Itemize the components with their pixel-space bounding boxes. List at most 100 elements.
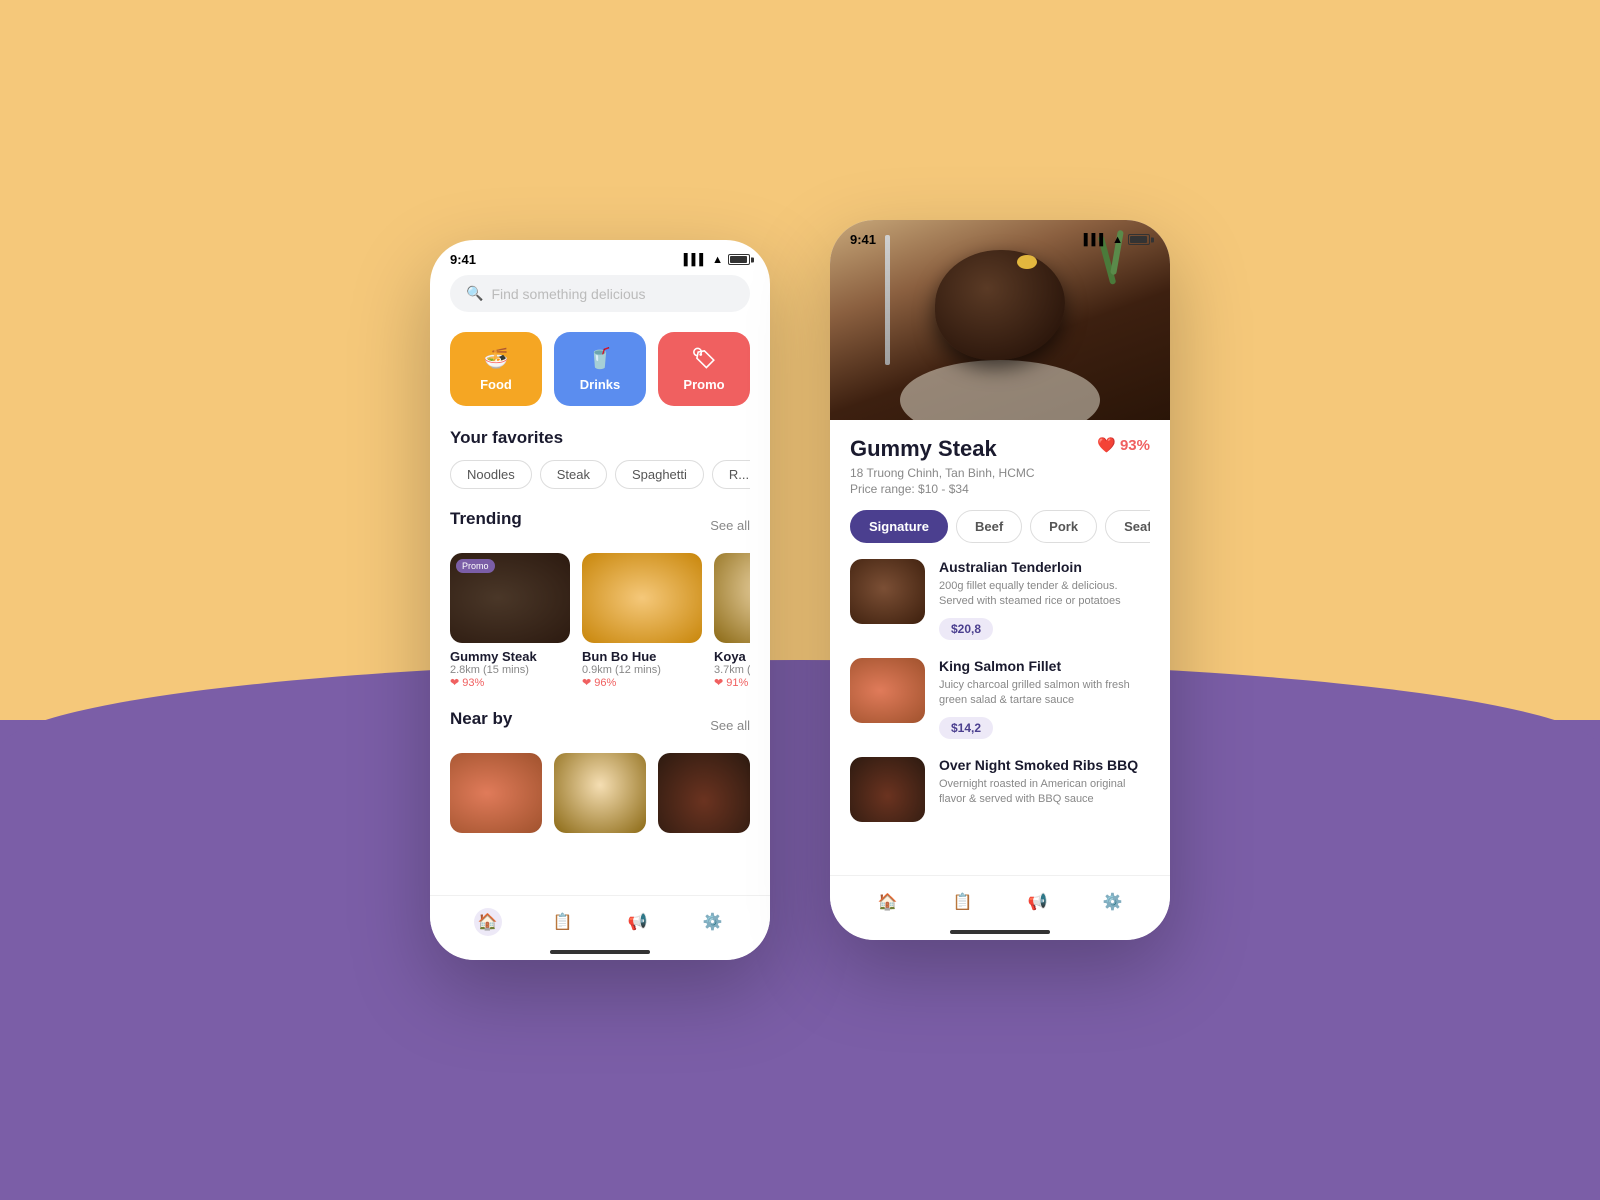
hero-steak xyxy=(935,250,1065,360)
trending-rating-1: ❤ 96% xyxy=(582,676,702,689)
chip-more[interactable]: R... xyxy=(712,460,750,489)
promo-label: Promo xyxy=(683,377,724,392)
trending-rating-2: ❤ 91% xyxy=(714,676,750,689)
menu-desc-1: Juicy charcoal grilled salmon with fresh… xyxy=(939,678,1150,709)
promo-icon: 🏷 xyxy=(691,346,716,371)
trending-item-2[interactable]: Koya 3.7km (...) ❤ 91% xyxy=(714,553,750,689)
nav-notifications-right[interactable]: 📢 xyxy=(1024,888,1052,916)
trending-name-0: Gummy Steak xyxy=(450,649,570,664)
search-placeholder: Find something delicious xyxy=(491,286,645,302)
categories-row: 🍜 Food 🥤 Drinks 🏷 Promo xyxy=(450,332,750,406)
favorites-chips: Noodles Steak Spaghetti R... xyxy=(450,460,750,489)
trending-dist-0: 2.8km (15 mins) xyxy=(450,664,570,676)
restaurant-name: Gummy Steak xyxy=(850,436,997,462)
chip-spaghetti[interactable]: Spaghetti xyxy=(615,460,704,489)
menu-price-1: $14,2 xyxy=(939,717,993,739)
home-indicator-right xyxy=(950,930,1050,934)
nearby-title: Near by xyxy=(450,709,512,729)
chip-noodles[interactable]: Noodles xyxy=(450,460,532,489)
home-indicator-left xyxy=(550,950,650,954)
trending-name-1: Bun Bo Hue xyxy=(582,649,702,664)
heart-icon: ❤️ xyxy=(1097,436,1116,454)
trending-name-2: Koya xyxy=(714,649,750,664)
menu-img-2 xyxy=(850,757,925,822)
nearby-header: Near by See all xyxy=(450,709,750,741)
menu-item-1[interactable]: King Salmon Fillet Juicy charcoal grille… xyxy=(850,658,1150,739)
nav-settings-right[interactable]: ⚙️ xyxy=(1099,888,1127,916)
restaurant-address: 18 Truong Chinh, Tan Binh, HCMC xyxy=(850,466,1150,480)
menu-item-0[interactable]: Australian Tenderloin 200g fillet equall… xyxy=(850,559,1150,640)
wifi-icon: ▲ xyxy=(712,254,723,266)
price-range: Price range: $10 - $34 xyxy=(850,482,1150,496)
detail-content: Gummy Steak ❤️ 93% 18 Truong Chinh, Tan … xyxy=(830,420,1170,880)
menu-tabs: Signature Beef Pork Seafo... xyxy=(850,510,1150,543)
restaurant-header: Gummy Steak ❤️ 93% xyxy=(850,436,1150,462)
tab-pork[interactable]: Pork xyxy=(1030,510,1097,543)
menu-desc-2: Overnight roasted in American original f… xyxy=(939,777,1150,808)
trending-dist-1: 0.9km (12 mins) xyxy=(582,664,702,676)
nearby-see-all[interactable]: See all xyxy=(710,718,750,733)
status-bar-left: 9:41 ▌▌▌ ▲ xyxy=(430,240,770,275)
drinks-label: Drinks xyxy=(580,377,620,392)
phone-home: 9:41 ▌▌▌ ▲ 🔍 Find something delicious 🍜 … xyxy=(430,240,770,960)
trending-title: Trending xyxy=(450,509,522,529)
nav-settings-left[interactable]: ⚙️ xyxy=(699,908,727,936)
battery-fill-right xyxy=(1130,236,1147,243)
search-bar[interactable]: 🔍 Find something delicious xyxy=(450,275,750,312)
trending-item-1[interactable]: Bun Bo Hue 0.9km (12 mins) ❤ 96% xyxy=(582,553,702,689)
battery-icon xyxy=(728,254,750,265)
phone1-content: 🔍 Find something delicious 🍜 Food 🥤 Drin… xyxy=(430,275,770,833)
food-label: Food xyxy=(480,377,512,392)
menu-name-2: Over Night Smoked Ribs BBQ xyxy=(939,757,1150,773)
status-icons-left: ▌▌▌ ▲ xyxy=(684,254,750,266)
menu-img-0 xyxy=(850,559,925,624)
menu-name-1: King Salmon Fillet xyxy=(939,658,1150,674)
menu-info-2: Over Night Smoked Ribs BBQ Overnight roa… xyxy=(939,757,1150,816)
status-bar-right: 9:41 ▌▌▌ ▲ xyxy=(830,220,1170,255)
hero-lemon xyxy=(1017,255,1037,269)
nearby-list xyxy=(450,753,750,833)
menu-img-1 xyxy=(850,658,925,723)
nav-home-left[interactable]: 🏠 xyxy=(474,908,502,936)
battery-icon-right xyxy=(1128,234,1150,245)
category-drinks-button[interactable]: 🥤 Drinks xyxy=(554,332,646,406)
menu-info-1: King Salmon Fillet Juicy charcoal grille… xyxy=(939,658,1150,739)
category-promo-button[interactable]: 🏷 Promo xyxy=(658,332,750,406)
nearby-item-1[interactable] xyxy=(554,753,646,833)
nav-orders-right[interactable]: 📋 xyxy=(949,888,977,916)
rating-value: 93% xyxy=(1120,437,1150,454)
hero-plate xyxy=(900,360,1100,420)
phone-detail: 9:41 ▌▌▌ ▲ Gummy Steak ❤️ xyxy=(830,220,1170,940)
menu-item-2[interactable]: Over Night Smoked Ribs BBQ Overnight roa… xyxy=(850,757,1150,822)
trending-img-2 xyxy=(714,553,750,643)
tab-beef[interactable]: Beef xyxy=(956,510,1022,543)
menu-info-0: Australian Tenderloin 200g fillet equall… xyxy=(939,559,1150,640)
signal-icon-right: ▌▌▌ xyxy=(1084,234,1107,246)
category-food-button[interactable]: 🍜 Food xyxy=(450,332,542,406)
nav-notifications-left[interactable]: 📢 xyxy=(624,908,652,936)
trending-img-1 xyxy=(582,553,702,643)
wifi-icon-right: ▲ xyxy=(1112,234,1123,246)
phones-container: 9:41 ▌▌▌ ▲ 🔍 Find something delicious 🍜 … xyxy=(430,240,1170,960)
menu-desc-0: 200g fillet equally tender & delicious. … xyxy=(939,579,1150,610)
trending-item-0[interactable]: Promo Gummy Steak 2.8km (15 mins) ❤ 93% xyxy=(450,553,570,689)
battery-fill xyxy=(730,256,747,263)
tab-seafood[interactable]: Seafo... xyxy=(1105,510,1150,543)
chip-steak[interactable]: Steak xyxy=(540,460,607,489)
trending-see-all[interactable]: See all xyxy=(710,518,750,533)
time-left: 9:41 xyxy=(450,252,476,267)
tab-signature[interactable]: Signature xyxy=(850,510,948,543)
trending-img-0: Promo xyxy=(450,553,570,643)
status-icons-right: ▌▌▌ ▲ xyxy=(1084,234,1150,246)
nav-orders-left[interactable]: 📋 xyxy=(549,908,577,936)
drinks-icon: 🥤 xyxy=(588,346,613,371)
food-icon: 🍜 xyxy=(484,346,509,371)
menu-name-0: Australian Tenderloin xyxy=(939,559,1150,575)
nav-home-right[interactable]: 🏠 xyxy=(874,888,902,916)
trending-dist-2: 3.7km (...) xyxy=(714,664,750,676)
signal-icon: ▌▌▌ xyxy=(684,254,707,266)
trending-list: Promo Gummy Steak 2.8km (15 mins) ❤ 93% … xyxy=(450,553,750,689)
restaurant-rating: ❤️ 93% xyxy=(1097,436,1150,454)
nearby-item-0[interactable] xyxy=(450,753,542,833)
nearby-item-2[interactable] xyxy=(658,753,750,833)
